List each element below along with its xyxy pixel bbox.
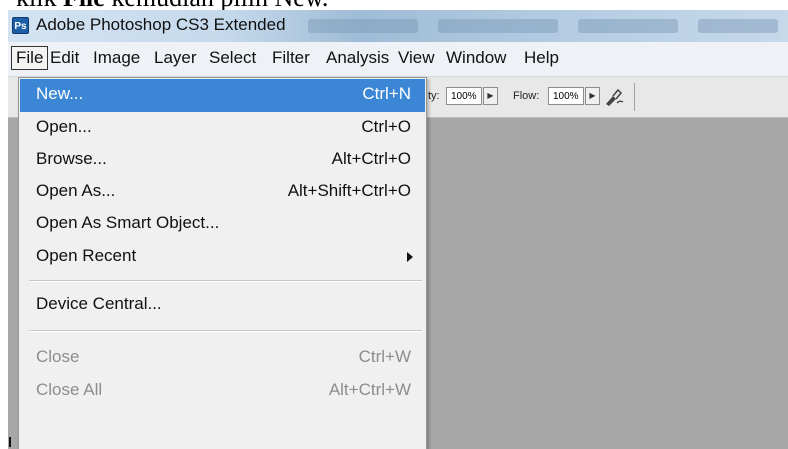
menu-separator xyxy=(29,330,422,332)
menu-item-new[interactable]: New... Ctrl+N xyxy=(20,79,425,112)
opacity-label: ty: xyxy=(428,90,440,102)
menu-item-browse[interactable]: Browse... Alt+Ctrl+O xyxy=(20,144,425,177)
menu-filter[interactable]: Filter xyxy=(268,46,314,70)
photoshop-app-icon[interactable]: Ps xyxy=(12,17,29,34)
file-menu-dropdown: New... Ctrl+N Open... Ctrl+O Browse... A… xyxy=(18,77,427,449)
opacity-slider-arrow-icon[interactable]: ▶ xyxy=(483,87,498,105)
menu-item-close-all[interactable]: Close All Alt+Ctrl+W xyxy=(20,375,425,408)
menu-select[interactable]: Select xyxy=(205,46,260,70)
menu-item-shortcut: Ctrl+N xyxy=(362,84,411,103)
menu-item-label: Open As... xyxy=(36,181,116,200)
menu-analysis[interactable]: Analysis xyxy=(322,46,393,70)
flow-slider-arrow-icon[interactable]: ▶ xyxy=(585,87,600,105)
menu-item-shortcut: Ctrl+W xyxy=(358,347,411,366)
menu-item-label: New... xyxy=(36,84,84,103)
menu-item-label: Open As Smart Object... xyxy=(36,213,220,232)
menu-view[interactable]: View xyxy=(394,46,439,70)
menu-item-shortcut: Alt+Ctrl+W xyxy=(328,380,411,399)
menu-item-shortcut: Alt+Ctrl+O xyxy=(331,149,411,168)
menu-item-shortcut: Alt+Shift+Ctrl+O xyxy=(287,181,411,200)
background-taskbar-blur xyxy=(438,19,558,33)
menu-bar: File Edit Image Layer Select Filter Anal… xyxy=(8,42,788,77)
options-separator xyxy=(634,83,635,111)
title-bar: Ps Adobe Photoshop CS3 Extended xyxy=(8,10,788,42)
menu-item-label: Open... xyxy=(36,117,92,136)
menu-window[interactable]: Window xyxy=(442,46,510,70)
menu-item-label: Browse... xyxy=(36,149,107,168)
photoshop-window: Ps Adobe Photoshop CS3 Extended File Edi… xyxy=(8,10,788,449)
menu-edit[interactable]: Edit xyxy=(46,46,83,70)
submenu-arrow-icon xyxy=(407,252,413,262)
menu-item-device-central[interactable]: Device Central... xyxy=(20,289,425,322)
menu-item-open-as[interactable]: Open As... Alt+Shift+Ctrl+O xyxy=(20,176,425,209)
menu-help[interactable]: Help xyxy=(520,46,563,70)
menu-item-open[interactable]: Open... Ctrl+O xyxy=(20,112,425,145)
menu-item-shortcut: Ctrl+O xyxy=(361,117,411,136)
background-taskbar-blur xyxy=(308,19,418,33)
menu-image[interactable]: Image xyxy=(89,46,144,70)
menu-item-label: Close All xyxy=(36,380,103,399)
menu-layer[interactable]: Layer xyxy=(150,46,201,70)
airbrush-icon[interactable] xyxy=(603,87,625,107)
text-cursor-mark xyxy=(9,437,11,447)
menu-item-close[interactable]: Close Ctrl+W xyxy=(20,342,425,375)
menu-item-open-as-smart-object[interactable]: Open As Smart Object... xyxy=(20,208,425,241)
background-taskbar-blur xyxy=(698,19,778,33)
menu-item-open-recent[interactable]: Open Recent xyxy=(20,241,425,274)
document-caption: klik File kemudian pilih New. xyxy=(16,0,328,11)
window-title: Adobe Photoshop CS3 Extended xyxy=(36,15,286,34)
background-taskbar-blur xyxy=(578,19,678,33)
flow-label: Flow: xyxy=(513,90,540,102)
menu-file[interactable]: File xyxy=(11,46,49,70)
menu-separator xyxy=(29,280,422,282)
flow-input[interactable]: 100% xyxy=(548,87,584,105)
menu-item-label: Close xyxy=(36,347,80,366)
menu-item-label: Open Recent xyxy=(36,246,137,265)
opacity-input[interactable]: 100% xyxy=(446,87,482,105)
menu-item-label: Device Central... xyxy=(36,294,162,313)
